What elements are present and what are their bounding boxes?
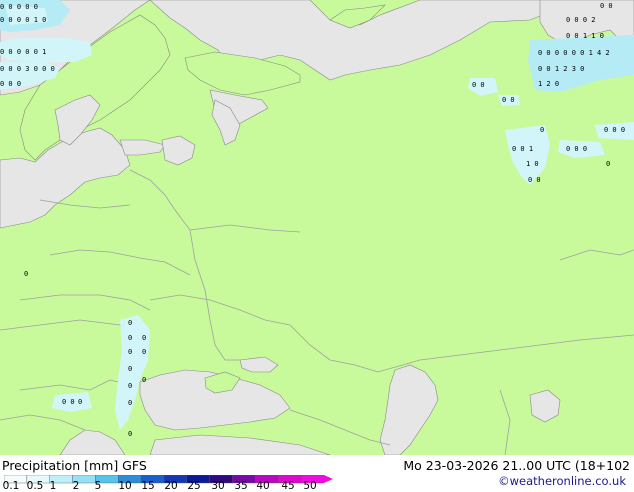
valid-time: Mo 23-03-2026 21..00 UTC (18+102 [403, 458, 630, 473]
precip-value: 0 0 0 0 1 0 [0, 16, 46, 24]
precip-value: 0 0 0 [566, 145, 587, 153]
scale-tick-label: 1 [49, 480, 57, 492]
scale-tick-label: 0.5 [26, 480, 44, 492]
precip-value: 0 [128, 348, 132, 356]
precip-value: 0 0 [472, 81, 485, 89]
precip-value: 0 [142, 376, 146, 384]
precip-value: 0 0 [502, 96, 515, 104]
scale-tick-label: 25 [187, 480, 201, 492]
precip-value: 0 0 0 0 0 0 1 4 2 [538, 49, 610, 57]
scale-tick-label: 5 [94, 480, 102, 492]
precip-value: 0 0 0 3 0 0 0 [0, 65, 55, 73]
precip-value: 0 [128, 319, 132, 327]
scale-tick-label: 20 [164, 480, 178, 492]
precip-value: 0 0 0 [0, 80, 21, 88]
precip-value: 0 0 0 0 0 [0, 3, 38, 11]
precip-value: 0 [540, 126, 544, 134]
legend-footer: Precipitation [mm] GFS Mo 23-03-2026 21.… [0, 455, 634, 492]
credit-link[interactable]: ©weatheronline.co.uk [498, 474, 626, 488]
scale-tick-label: 10 [118, 480, 132, 492]
precip-value: 0 0 0 [604, 126, 625, 134]
map-title: Precipitation [mm] GFS [2, 458, 147, 473]
precip-value: 0 [128, 365, 132, 373]
precip-value: 0 [128, 430, 132, 438]
scale-tick-label: 45 [281, 480, 295, 492]
precip-value: 0 [128, 382, 132, 390]
precip-value: 1 0 [526, 160, 539, 168]
scale-tick-label: 2 [72, 480, 80, 492]
precip-value: 0 0 1 1 0 [566, 32, 604, 40]
scale-tick-label: 15 [141, 480, 155, 492]
precipitation-map: 0 0 0 0 00 0 0 20 0 1 1 00 00 0 0 0 0 0 … [0, 0, 634, 455]
precip-value: 0 0 0 0 0 1 [0, 48, 46, 56]
scale-tick-label: 0.1 [2, 480, 20, 492]
precip-value: 0 [78, 398, 82, 406]
precip-value: 0 [128, 399, 132, 407]
precip-value: 0 0 1 2 3 0 [538, 65, 584, 73]
precip-value: 0 [142, 348, 146, 356]
precip-value: 1 2 0 [538, 80, 559, 88]
precip-value: 0 [142, 334, 146, 342]
precip-value: 0 [606, 160, 610, 168]
scale-tick-label: 30 [211, 480, 225, 492]
precip-value: 0 0 [600, 2, 613, 10]
precip-value: 0 0 [62, 398, 75, 406]
map-canvas: 0 0 0 0 00 0 0 20 0 1 1 00 00 0 0 0 0 0 … [0, 0, 634, 455]
precip-value: 0 [24, 270, 28, 278]
scale-arrow [324, 475, 333, 483]
precip-value: 0 0 1 [512, 145, 533, 153]
scale-tick-label: 40 [256, 480, 270, 492]
precip-value: 0 [128, 334, 132, 342]
precip-value: 0 0 0 2 [566, 16, 596, 24]
scale-tick-label: 35 [234, 480, 248, 492]
scale-tick-label: 50 [303, 480, 317, 492]
precip-value: 0 0 [528, 176, 541, 184]
